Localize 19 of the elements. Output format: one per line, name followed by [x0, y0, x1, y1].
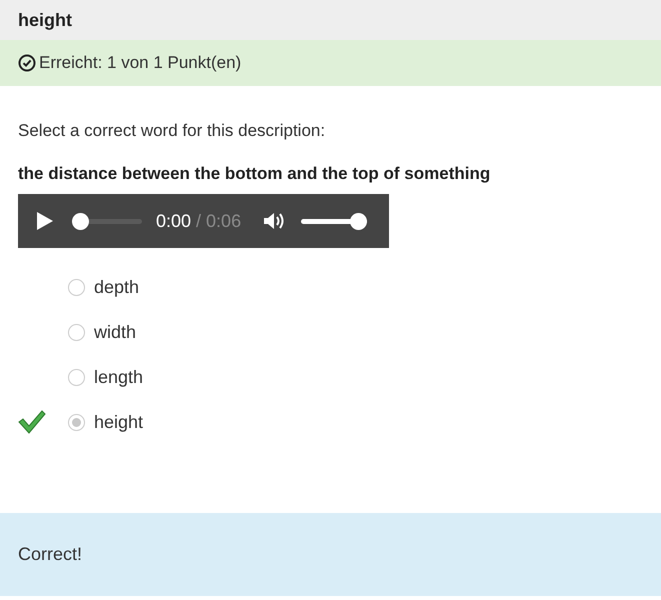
radio-button[interactable] [68, 324, 85, 340]
feedback-text: Correct! [18, 543, 82, 566]
volume-slider[interactable] [301, 212, 368, 230]
check-circle-icon [18, 54, 36, 72]
instruction-text: Select a correct word for this description: [18, 120, 326, 142]
score-text: Erreicht: 1 von 1 Punkt(en) [39, 52, 242, 74]
radio-button[interactable] [68, 414, 85, 430]
radio-button[interactable] [68, 368, 85, 386]
option-label: height [94, 410, 144, 434]
radio-button[interactable] [68, 278, 85, 296]
play-icon[interactable] [36, 211, 54, 231]
current-time: 0:00 [156, 210, 192, 232]
option-label: width [94, 320, 136, 344]
progress-slider[interactable] [72, 212, 142, 230]
option-label: length [94, 366, 144, 389]
option-label: depth [94, 276, 140, 299]
description-text: the distance between the bottom and the top of something [18, 163, 492, 185]
question-title: height [18, 8, 72, 32]
duration-time: / 0:06 [196, 210, 242, 232]
